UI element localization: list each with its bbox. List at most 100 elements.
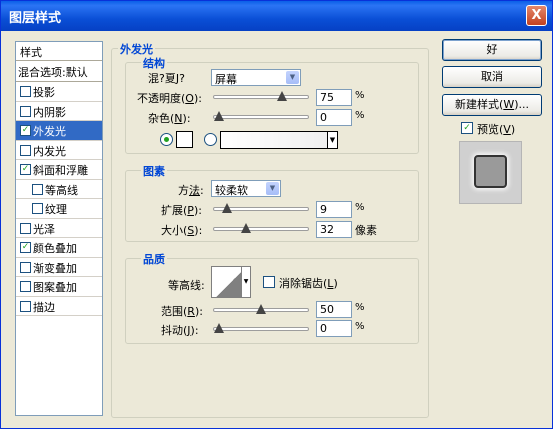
style-item[interactable]: 图案叠加 [16, 277, 102, 297]
preview-thumbnail [474, 155, 507, 188]
blending-options-item[interactable]: 混合选项:默认 [16, 61, 102, 82]
style-item-label: 描边 [33, 300, 55, 314]
anti-alias-label: 消除锯齿(L) [279, 277, 338, 290]
gradient-radio[interactable] [204, 133, 217, 146]
size-slider-thumb[interactable] [241, 223, 251, 233]
chevron-down-icon: ▼ [327, 132, 337, 148]
style-item[interactable]: 纹理 [16, 199, 102, 219]
style-item-label: 光泽 [33, 222, 55, 236]
style-checkbox[interactable]: ✓ [20, 125, 31, 136]
size-slider[interactable] [213, 223, 309, 233]
quality-title: 品质 [141, 251, 167, 267]
chevron-down-icon: ▼ [266, 182, 279, 195]
style-preview [459, 141, 522, 204]
styles-header[interactable]: 样式 [16, 42, 102, 61]
contour-picker[interactable]: ▼ [211, 266, 251, 298]
style-item-label: 投影 [33, 86, 55, 99]
jitter-input[interactable]: 0 [316, 320, 352, 337]
elements-title: 图素 [141, 163, 167, 179]
style-checkbox[interactable] [20, 105, 31, 117]
range-slider-thumb[interactable] [256, 304, 266, 314]
cancel-button[interactable]: 取消 [442, 66, 542, 88]
style-item-label: 纹理 [45, 203, 67, 216]
structure-title: 结构 [141, 55, 167, 71]
style-item-label: 斜面和浮雕 [33, 164, 88, 177]
style-item-label: 等高线 [45, 183, 78, 197]
opacity-unit: % [355, 90, 365, 101]
range-label: 范围(R): [161, 305, 203, 318]
style-item[interactable]: 描边 [16, 297, 102, 316]
technique-label: 方法: [178, 184, 204, 197]
style-item-label: 内阴影 [33, 105, 66, 119]
close-button[interactable]: X [526, 5, 547, 26]
opacity-label: 不透明度(O): [137, 92, 202, 105]
style-item-label: 颜色叠加 [33, 242, 77, 255]
style-item[interactable]: 渐变叠加 [16, 258, 102, 277]
chevron-down-icon: ▼ [286, 71, 299, 84]
jitter-slider[interactable] [213, 323, 309, 333]
spread-unit: % [355, 202, 365, 213]
style-checkbox[interactable] [20, 261, 31, 273]
glow-gradient-picker[interactable]: ▼ [220, 131, 338, 149]
style-item[interactable]: ✓ 外发光 [16, 121, 102, 141]
blend-mode-select[interactable]: 屏幕 ▼ [211, 69, 301, 86]
style-item-label: 图案叠加 [33, 281, 77, 294]
size-input[interactable]: 32 [316, 221, 352, 238]
new-style-button[interactable]: 新建样式(W)... [442, 94, 542, 116]
technique-select[interactable]: 较柔软 ▼ [211, 180, 281, 197]
noise-label: 杂色(N): [148, 112, 191, 125]
style-item-label: 渐变叠加 [33, 261, 77, 275]
style-checkbox[interactable]: ✓ [20, 242, 31, 253]
style-item-label: 内发光 [33, 144, 66, 158]
style-items: 投影 内阴影 ✓ 外发光 内发光 ✓ 斜面和浮雕 等高线 纹理 光泽 ✓ 颜色叠加 渐变叠加 图案叠加 描边 [16, 82, 102, 316]
spread-slider[interactable] [213, 203, 309, 213]
styles-list: 样式 混合选项:默认 投影 内阴影 ✓ 外发光 内发光 ✓ 斜面和浮雕 等高线 纹理 光泽 ✓ 颜色叠… [15, 41, 103, 416]
style-checkbox[interactable] [20, 144, 31, 156]
range-slider[interactable] [213, 304, 309, 314]
style-item[interactable]: 内发光 [16, 141, 102, 160]
style-checkbox[interactable] [20, 222, 31, 234]
contour-label: 等高线: [168, 279, 205, 292]
style-item[interactable]: 投影 [16, 82, 102, 102]
solid-color-radio[interactable] [160, 133, 173, 146]
opacity-input[interactable]: 75 [316, 89, 352, 106]
jitter-slider-thumb[interactable] [214, 323, 224, 333]
opacity-slider[interactable] [213, 91, 309, 101]
range-unit: % [355, 302, 365, 313]
spread-input[interactable]: 9 [316, 201, 352, 218]
style-item-label: 外发光 [33, 125, 66, 138]
style-checkbox[interactable] [32, 183, 43, 195]
style-checkbox[interactable] [20, 300, 31, 312]
style-checkbox[interactable] [32, 203, 43, 214]
glow-color-swatch[interactable] [176, 131, 193, 148]
chevron-down-icon: ▼ [241, 267, 250, 297]
title-bar[interactable]: 图层样式 X [1, 1, 552, 31]
style-item[interactable]: ✓ 颜色叠加 [16, 238, 102, 258]
style-item[interactable]: 内阴影 [16, 102, 102, 121]
style-checkbox[interactable]: ✓ [20, 164, 31, 175]
style-item[interactable]: ✓ 斜面和浮雕 [16, 160, 102, 180]
style-item[interactable]: 等高线 [16, 180, 102, 199]
blend-mode-value: 屏幕 [215, 73, 237, 86]
jitter-unit: % [355, 321, 365, 332]
noise-slider[interactable] [213, 111, 309, 121]
jitter-label: 抖动(J): [161, 324, 199, 337]
preview-label: 预览(V) [477, 123, 516, 136]
size-label: 大小(S): [161, 224, 203, 237]
spread-label: 扩展(P): [161, 204, 202, 217]
style-item[interactable]: 光泽 [16, 219, 102, 238]
anti-alias-checkbox[interactable] [263, 276, 275, 288]
opacity-slider-thumb[interactable] [277, 91, 287, 101]
size-unit: 像素 [355, 224, 377, 237]
ok-button[interactable]: 好 [442, 39, 542, 61]
window-title: 图层样式 [9, 11, 62, 26]
style-checkbox[interactable] [20, 86, 31, 97]
noise-slider-thumb[interactable] [214, 111, 224, 121]
layer-style-dialog: 图层样式 X 样式 混合选项:默认 投影 内阴影 ✓ 外发光 内发光 ✓ 斜面和浮雕 等高线纹… [0, 0, 553, 429]
range-input[interactable]: 50 [316, 301, 352, 318]
preview-checkbox[interactable]: ✓ [461, 122, 473, 134]
technique-value: 较柔软 [215, 184, 248, 197]
style-checkbox[interactable] [20, 281, 31, 292]
noise-input[interactable]: 0 [316, 109, 352, 126]
spread-slider-thumb[interactable] [222, 203, 232, 213]
